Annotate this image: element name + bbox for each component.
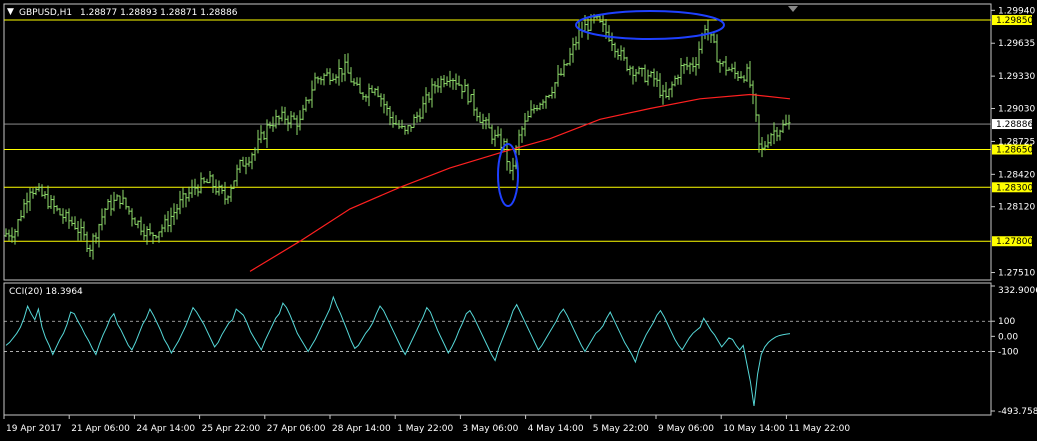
time-tick-label: 5 May 22:00	[593, 424, 649, 434]
cci-tick-label: -100	[998, 347, 1019, 357]
level-label: 1.28650	[996, 146, 1033, 156]
time-tick-label: 27 Apr 06:00	[267, 424, 326, 434]
cci-tick-label: 0.00	[998, 332, 1018, 342]
price-tick-label: 1.29940	[998, 6, 1035, 16]
last-price-label: 1.28886	[996, 120, 1033, 130]
time-tick-label: 11 May 22:00	[788, 424, 850, 434]
cci-tick-label: 100	[998, 317, 1015, 327]
cci-tick-label: -493.7586	[998, 407, 1037, 417]
time-tick-label: 10 May 14:00	[723, 424, 785, 434]
symbol-label: GBPUSD,H1	[19, 8, 72, 18]
level-label: 1.27800	[996, 237, 1033, 247]
time-tick-label: 9 May 06:00	[658, 424, 714, 434]
price-tick-label: 1.27510	[998, 269, 1035, 279]
price-tick-label: 1.29635	[998, 39, 1035, 49]
chart-background	[0, 0, 1037, 441]
price-tick-label: 1.28420	[998, 170, 1035, 180]
chart-window: ▼ GBPUSD,H1 1.28877 1.28893 1.28871 1.28…	[0, 0, 1037, 441]
price-tick-label: 1.29030	[998, 105, 1035, 115]
chart-menu-chevron-icon[interactable]: ▼	[7, 7, 14, 17]
cci-label: CCI(20) 18.3964	[9, 287, 83, 297]
ohlc-values: 1.28877 1.28893 1.28871 1.28886	[80, 8, 238, 18]
time-tick-label: 21 Apr 06:00	[71, 424, 130, 434]
time-tick-label: 4 May 14:00	[528, 424, 584, 434]
price-axis: 1.299401.296351.293301.290301.287251.284…	[991, 6, 1035, 279]
time-tick-label: 25 Apr 22:00	[202, 424, 261, 434]
price-tick-label: 1.28120	[998, 203, 1035, 213]
time-tick-label: 3 May 06:00	[462, 424, 518, 434]
cci-tick-label: 332.9006	[998, 286, 1037, 296]
time-tick-label: 1 May 22:00	[397, 424, 453, 434]
time-tick-label: 28 Apr 14:00	[332, 424, 391, 434]
price-tick-label: 1.29330	[998, 72, 1035, 82]
chart-header: ▼ GBPUSD,H1 1.28877 1.28893 1.28871 1.28…	[7, 7, 238, 18]
time-tick-label: 24 Apr 14:00	[136, 424, 195, 434]
time-tick-label: 19 Apr 2017	[6, 424, 62, 434]
level-label: 1.29850	[996, 16, 1033, 26]
level-label: 1.28300	[996, 183, 1033, 193]
